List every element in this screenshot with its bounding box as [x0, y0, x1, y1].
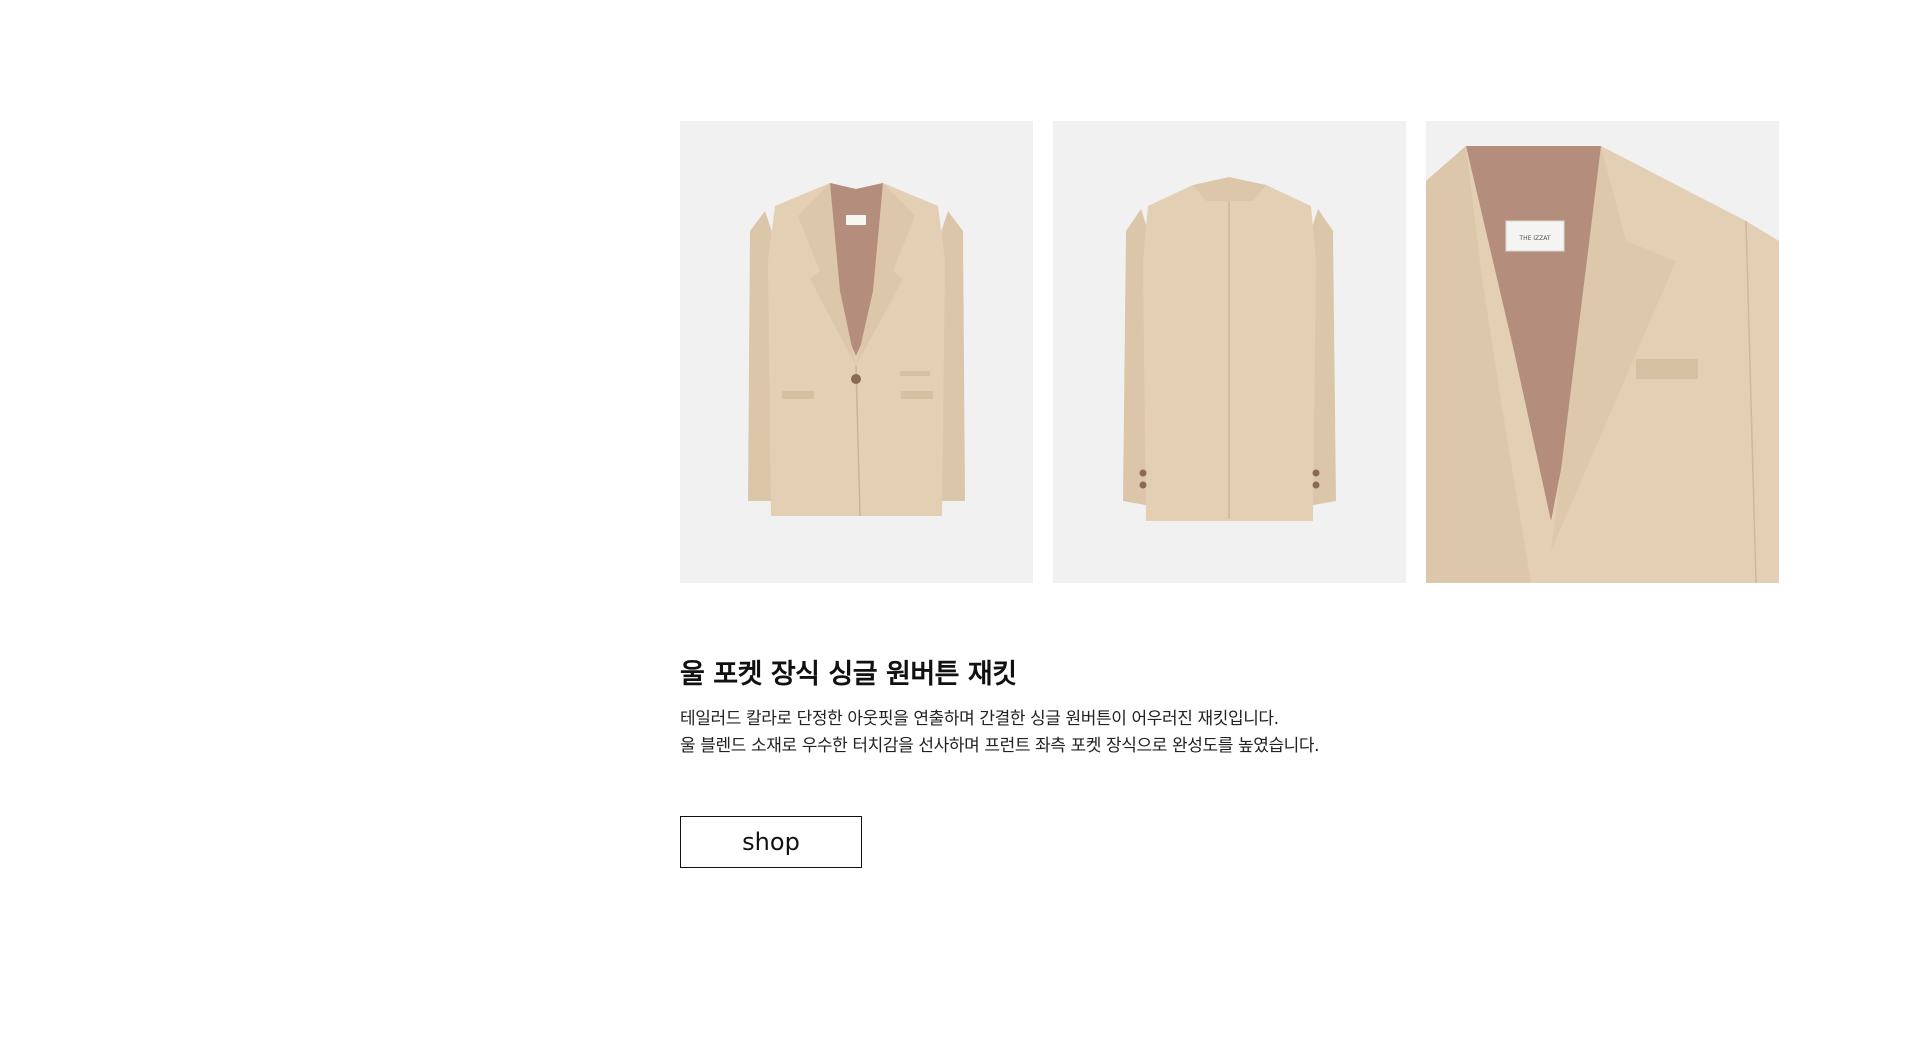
- product-gallery: THE IZZAT: [680, 121, 1780, 583]
- jacket-front-illustration: [680, 121, 1033, 583]
- product-title: 울 포켓 장식 싱글 원버튼 재킷: [680, 659, 1017, 690]
- garment-label-text: THE IZZAT: [1518, 235, 1551, 242]
- product-image-front[interactable]: [680, 121, 1033, 583]
- jacket-detail-illustration: THE IZZAT: [1426, 121, 1779, 583]
- jacket-back-illustration: [1053, 121, 1406, 583]
- product-image-detail[interactable]: THE IZZAT: [1426, 121, 1779, 583]
- product-info: 울 포켓 장식 싱글 원버튼 재킷 테일러드 칼라로 단정한 아웃핏을 연출하며…: [680, 654, 1580, 760]
- product-description: 테일러드 칼라로 단정한 아웃핏을 연출하며 간결한 싱글 원버튼이 어우러진 …: [680, 706, 1580, 760]
- description-line: 울 블렌드 소재로 우수한 터치감을 선사하며 프런트 좌측 포켓 장식으로 완…: [680, 736, 1320, 756]
- shop-button[interactable]: shop: [680, 816, 862, 868]
- product-image-back[interactable]: [1053, 121, 1406, 583]
- description-line: 테일러드 칼라로 단정한 아웃핏을 연출하며 간결한 싱글 원버튼이 어우러진 …: [680, 709, 1279, 729]
